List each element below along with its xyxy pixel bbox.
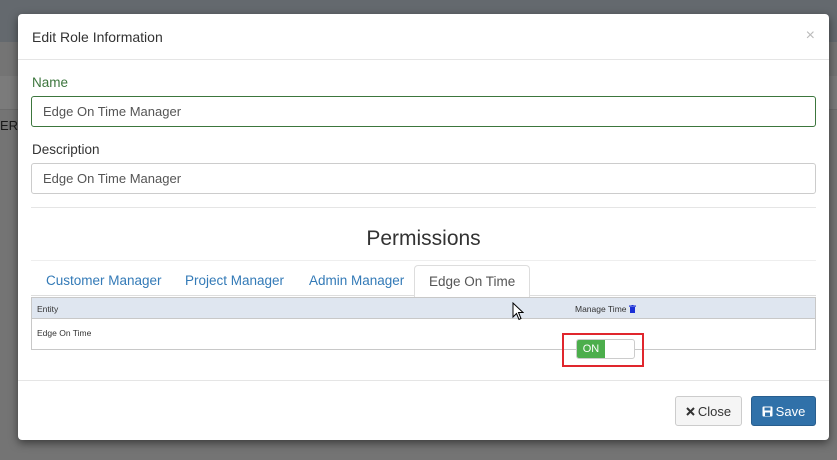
description-input[interactable] [31,163,816,194]
column-header-manage-time-label: Manage Time [575,304,627,314]
column-header-entity[interactable]: Entity [37,304,58,314]
manage-time-toggle[interactable]: ON [576,339,635,359]
divider [31,207,816,208]
save-icon [762,406,773,416]
tab-customer-manager[interactable]: Customer Manager [46,265,162,297]
mouse-cursor-icon [512,302,524,321]
column-header-manage-time[interactable]: Manage Time [575,304,636,314]
permission-tabs: Customer Manager Project Manager Admin M… [31,260,816,298]
table-row-entity: Edge On Time [37,328,92,338]
save-button-label: Save [775,403,806,419]
close-icon [686,406,695,416]
description-label: Description [32,142,100,157]
name-input[interactable] [31,96,816,127]
edit-role-modal: Edit Role Information × Name Description… [18,14,829,440]
close-button[interactable]: Close [675,396,742,426]
modal-title: Edit Role Information [32,29,163,45]
trash-icon[interactable] [628,305,636,313]
grid-header: Entity Manage Time [32,298,815,319]
tab-admin-manager[interactable]: Admin Manager [309,265,404,297]
modal-header: Edit Role Information × [18,14,829,60]
close-button-label: Close [697,403,732,419]
name-label: Name [32,75,69,90]
close-x-icon[interactable]: × [806,27,815,45]
modal-footer-divider [18,380,829,381]
permissions-grid: Entity Manage Time Edge On Time [31,297,816,350]
tab-edge-on-time[interactable]: Edge On Time [414,265,531,298]
toggle-on-label: ON [577,340,605,358]
tab-project-manager[interactable]: Project Manager [185,265,284,297]
permissions-title: Permissions [366,227,481,250]
save-button[interactable]: Save [751,396,816,426]
